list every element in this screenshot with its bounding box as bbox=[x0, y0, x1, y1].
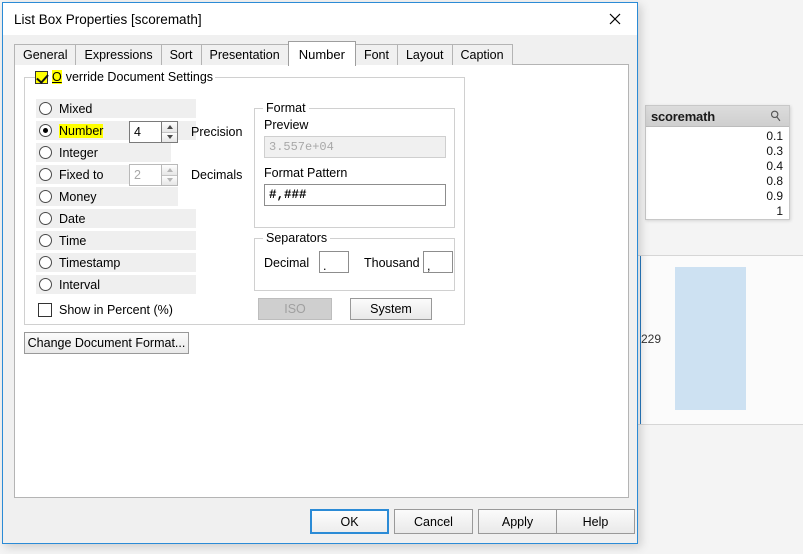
preview-value: 3.557e+04 bbox=[264, 136, 446, 158]
radio-label: Timestamp bbox=[59, 255, 121, 270]
format-pattern-input[interactable]: #,### bbox=[264, 184, 446, 206]
radio-row-timestamp[interactable]: Timestamp bbox=[36, 252, 196, 273]
tabstrip[interactable]: General Expressions Sort Presentation Nu… bbox=[14, 41, 513, 66]
preview-label: Preview bbox=[264, 118, 309, 132]
radio-row-mixed[interactable]: Mixed bbox=[36, 98, 196, 119]
list-item[interactable]: 1 bbox=[648, 204, 783, 219]
tab-general[interactable]: General bbox=[14, 44, 77, 65]
separators-group-legend: Separators bbox=[263, 231, 331, 245]
background-chart[interactable]: 229 bbox=[637, 255, 803, 425]
decimal-separator-label: Decimal bbox=[264, 256, 310, 270]
decimals-caption: Decimals bbox=[191, 168, 243, 182]
dialog-titlebar[interactable]: List Box Properties [scoremath] bbox=[3, 3, 637, 35]
format-group: Format Preview 3.557e+04 Format Pattern … bbox=[254, 101, 455, 228]
apply-button[interactable]: Apply bbox=[478, 509, 557, 534]
radio-row-integer[interactable]: Integer bbox=[36, 142, 196, 163]
precision-value[interactable]: 4 bbox=[129, 121, 161, 143]
radio-indicator[interactable] bbox=[39, 256, 52, 269]
chart-bar-label: 229 bbox=[641, 332, 662, 346]
precision-increment-button[interactable] bbox=[162, 122, 177, 133]
decimals-increment-button bbox=[162, 165, 177, 176]
list-item[interactable]: 0.9 bbox=[648, 189, 783, 204]
radio-indicator[interactable] bbox=[39, 234, 52, 247]
list-box-properties-dialog: List Box Properties [scoremath] General … bbox=[2, 2, 638, 544]
radio-label: Number bbox=[59, 123, 104, 138]
radio-label: Integer bbox=[59, 145, 98, 160]
list-item[interactable]: 0.1 bbox=[648, 129, 783, 144]
override-accel-letter: O bbox=[52, 70, 62, 84]
radio-indicator[interactable] bbox=[39, 212, 52, 225]
tab-sort[interactable]: Sort bbox=[160, 44, 202, 65]
tab-caption[interactable]: Caption bbox=[451, 44, 513, 65]
listbox-values[interactable]: 0.1 0.3 0.4 0.8 0.9 1 bbox=[646, 127, 789, 221]
listbox-title: scoremath bbox=[651, 108, 715, 124]
precision-stepper[interactable]: 4 Precision bbox=[129, 121, 242, 143]
format-group-legend: Format bbox=[263, 101, 309, 115]
cancel-button[interactable]: Cancel bbox=[394, 509, 473, 534]
radio-label: Time bbox=[59, 233, 87, 248]
ok-button[interactable]: OK bbox=[310, 509, 389, 534]
show-in-percent-checkbox[interactable]: Show in Percent (%) bbox=[38, 303, 173, 317]
help-button[interactable]: Help bbox=[556, 509, 635, 534]
close-icon[interactable] bbox=[593, 3, 637, 34]
radio-label: Mixed bbox=[59, 101, 93, 116]
override-document-settings-group: Override Document Settings Mixed Number bbox=[24, 70, 465, 325]
chevron-down-icon bbox=[166, 178, 173, 183]
radio-row-interval[interactable]: Interval bbox=[36, 274, 196, 295]
radio-indicator[interactable] bbox=[39, 190, 52, 203]
tab-expressions[interactable]: Expressions bbox=[75, 44, 162, 65]
radio-row-date[interactable]: Date bbox=[36, 208, 196, 229]
decimals-stepper: 2 Decimals bbox=[129, 164, 242, 186]
decimals-decrement-button bbox=[162, 175, 177, 185]
radio-indicator[interactable] bbox=[39, 168, 52, 181]
precision-decrement-button[interactable] bbox=[162, 132, 177, 142]
separators-group: Separators Decimal . Thousand , bbox=[254, 231, 455, 291]
radio-indicator[interactable] bbox=[39, 102, 52, 115]
decimals-value: 2 bbox=[129, 164, 161, 186]
radio-row-money[interactable]: Money bbox=[36, 186, 196, 207]
chevron-up-icon bbox=[166, 167, 173, 172]
radio-label: Date bbox=[59, 211, 86, 226]
override-document-settings-checkbox[interactable]: Override Document Settings bbox=[35, 70, 216, 84]
list-item[interactable]: 0.3 bbox=[648, 144, 783, 159]
radio-label: Interval bbox=[59, 277, 100, 292]
decimal-separator-input[interactable]: . bbox=[319, 251, 349, 273]
tab-number[interactable]: Number bbox=[287, 41, 356, 66]
iso-button: ISO bbox=[258, 298, 332, 320]
decimals-spin-buttons bbox=[161, 164, 178, 186]
radio-label: Fixed to bbox=[59, 167, 104, 182]
list-item[interactable]: 0.4 bbox=[648, 159, 783, 174]
checkbox-indicator[interactable] bbox=[35, 70, 48, 84]
checkbox-indicator[interactable] bbox=[38, 303, 52, 317]
thousand-separator-label: Thousand bbox=[364, 256, 420, 270]
desktop-background: scoremath 0.1 0.3 0.4 0.8 0.9 1 229 List… bbox=[0, 0, 803, 554]
list-item[interactable]: 0.8 bbox=[648, 174, 783, 189]
dialog-title: List Box Properties [scoremath] bbox=[14, 11, 202, 27]
radio-label: Money bbox=[59, 189, 97, 204]
show-in-percent-label: Show in Percent (%) bbox=[59, 303, 173, 317]
tab-font[interactable]: Font bbox=[354, 44, 398, 65]
format-pattern-label: Format Pattern bbox=[264, 166, 348, 180]
tab-layout[interactable]: Layout bbox=[396, 44, 453, 65]
chevron-down-icon bbox=[166, 135, 173, 140]
system-button[interactable]: System bbox=[350, 298, 432, 320]
chart-bar bbox=[675, 267, 746, 410]
background-listbox-scoremath[interactable]: scoremath 0.1 0.3 0.4 0.8 0.9 1 bbox=[645, 105, 790, 220]
dialog-footer: OK Cancel Apply Help bbox=[3, 498, 637, 543]
radio-row-time[interactable]: Time bbox=[36, 230, 196, 251]
radio-indicator[interactable] bbox=[39, 146, 52, 159]
thousand-separator-input[interactable]: , bbox=[423, 251, 453, 273]
radio-indicator[interactable] bbox=[39, 124, 52, 137]
change-document-format-button[interactable]: Change Document Format... bbox=[24, 332, 189, 354]
number-tab-panel: Override Document Settings Mixed Number bbox=[14, 64, 629, 498]
chevron-up-icon bbox=[166, 124, 173, 129]
precision-spin-buttons[interactable] bbox=[161, 121, 178, 143]
precision-caption: Precision bbox=[191, 125, 243, 139]
search-icon[interactable] bbox=[769, 109, 783, 124]
listbox-caption: scoremath bbox=[646, 106, 789, 127]
override-label: verride Document Settings bbox=[65, 70, 214, 84]
tab-presentation[interactable]: Presentation bbox=[200, 44, 289, 65]
radio-indicator[interactable] bbox=[39, 278, 52, 291]
